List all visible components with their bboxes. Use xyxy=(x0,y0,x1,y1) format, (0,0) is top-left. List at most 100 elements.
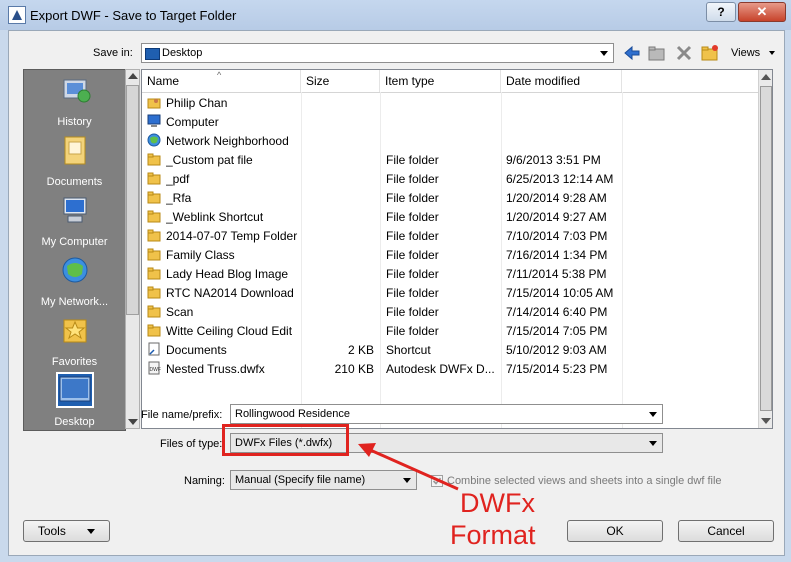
cell-type: File folder xyxy=(386,267,439,281)
table-row[interactable]: _Custom pat file File folder 9/6/2013 3:51… xyxy=(142,151,758,170)
place-documents[interactable]: Documents xyxy=(24,130,125,190)
sort-ascending-icon: ^ xyxy=(217,70,222,80)
cancel-button[interactable]: Cancel xyxy=(678,520,774,542)
table-row[interactable]: Documents 2 KB Shortcut 5/10/2012 9:03 AM xyxy=(142,341,758,360)
table-row[interactable]: Lady Head Blog Image File folder 7/11/2014… xyxy=(142,265,758,284)
history-icon xyxy=(58,74,92,106)
scroll-up-icon xyxy=(128,73,138,79)
cell-date: 1/20/2014 9:28 AM xyxy=(506,191,607,205)
table-row[interactable]: _Weblink Shortcut File folder 1/20/2014 9:… xyxy=(142,208,758,227)
place-label: Documents xyxy=(46,176,103,188)
cell-name: _Weblink Shortcut xyxy=(166,210,264,224)
cell-type: File folder xyxy=(386,286,439,300)
column-header-name[interactable]: Name ^ xyxy=(142,70,301,92)
place-desktop[interactable]: Desktop xyxy=(24,370,125,430)
new-folder-button[interactable] xyxy=(699,42,721,64)
filename-input[interactable]: Rollingwood Residence xyxy=(230,404,663,424)
cell-type: File folder xyxy=(386,210,439,224)
places-bar: History Documents My Computer My Network… xyxy=(23,69,126,431)
table-row[interactable]: _pdf File folder 6/25/2013 12:14 AM xyxy=(142,170,758,189)
table-row[interactable]: _Rfa File folder 1/20/2014 9:28 AM xyxy=(142,189,758,208)
documents-icon xyxy=(58,134,92,166)
cell-date: 1/20/2014 9:27 AM xyxy=(506,210,607,224)
place-more[interactable] xyxy=(24,430,125,431)
cell-type: Shortcut xyxy=(386,343,431,357)
cell-date: 5/10/2012 9:03 AM xyxy=(506,343,607,357)
table-row[interactable]: Philip Chan xyxy=(142,94,758,113)
up-folder-button[interactable] xyxy=(646,42,668,64)
dwfx-file-icon: DWF xyxy=(147,361,161,375)
cell-type: File folder xyxy=(386,191,439,205)
column-header-size[interactable]: Size xyxy=(301,70,380,92)
cell-date: 6/25/2013 12:14 AM xyxy=(506,172,614,186)
cell-name: RTC NA2014 Download xyxy=(166,286,294,300)
places-scrollbar[interactable] xyxy=(125,69,140,429)
cell-name: Family Class xyxy=(166,248,235,262)
place-label: History xyxy=(57,116,92,128)
chevron-down-icon xyxy=(596,45,612,61)
place-history[interactable]: History xyxy=(24,70,125,130)
back-button[interactable] xyxy=(621,42,643,64)
export-dwf-dialog: Export DWF - Save to Target Folder ? ✕ S… xyxy=(0,0,791,562)
column-header-label: Name xyxy=(147,74,180,88)
favorites-icon xyxy=(58,314,92,346)
file-list-scrollbar[interactable] xyxy=(758,70,772,428)
window-title: Export DWF - Save to Target Folder xyxy=(30,8,237,23)
scrollbar-thumb[interactable] xyxy=(760,86,772,411)
user-folder-icon xyxy=(147,95,161,109)
folder-icon xyxy=(147,247,161,261)
delete-button[interactable] xyxy=(673,42,695,64)
chevron-down-icon xyxy=(645,435,661,451)
place-my-computer[interactable]: My Computer xyxy=(24,190,125,250)
column-divider xyxy=(301,92,302,428)
ok-button[interactable]: OK xyxy=(567,520,663,542)
place-label: My Computer xyxy=(41,236,108,248)
computer-icon xyxy=(58,194,92,226)
annotation-highlight-box xyxy=(222,424,349,456)
svg-text:DWF: DWF xyxy=(150,367,161,373)
cell-date: 7/14/2014 6:40 PM xyxy=(506,305,608,319)
table-row[interactable]: DWF Nested Truss.dwfx 210 KB Autodesk DWFx … xyxy=(142,360,758,379)
folder-icon xyxy=(147,209,161,223)
annotation-arrow-icon xyxy=(358,443,459,491)
column-header-type[interactable]: Item type xyxy=(380,70,501,92)
table-row[interactable]: Family Class File folder 7/16/2014 1:34 PM xyxy=(142,246,758,265)
folder-icon xyxy=(147,323,161,337)
scroll-up-icon xyxy=(761,74,771,80)
cell-size: 2 KB xyxy=(347,343,374,357)
table-row[interactable]: 2014-07-07 Temp Folder File folder 7/10/20… xyxy=(142,227,758,246)
table-row[interactable]: Network Neighborhood xyxy=(142,132,758,151)
filename-label: File name/prefix: xyxy=(141,409,223,421)
file-list[interactable]: Name ^ Size Item type Date modified Phil… xyxy=(141,69,773,429)
views-label: Views xyxy=(731,47,761,59)
views-button[interactable]: Views xyxy=(731,47,776,59)
cell-date: 7/15/2014 10:05 AM xyxy=(506,286,614,300)
column-header-date[interactable]: Date modified xyxy=(501,70,622,92)
save-in-value: Desktop xyxy=(162,47,203,59)
cell-type: Autodesk DWFx D... xyxy=(386,362,495,376)
title-bar[interactable]: Export DWF - Save to Target Folder ? ✕ xyxy=(0,0,791,30)
cell-name: Documents xyxy=(166,343,227,357)
table-row[interactable]: Witte Ceiling Cloud Edit File folder 7/15/… xyxy=(142,322,758,341)
close-button[interactable]: ✕ xyxy=(738,2,786,22)
cell-type: File folder xyxy=(386,324,439,338)
cell-type: File folder xyxy=(386,229,439,243)
folder-icon xyxy=(147,266,161,280)
cell-date: 7/15/2014 7:05 PM xyxy=(506,324,608,338)
shortcut-icon xyxy=(147,342,161,356)
help-button[interactable]: ? xyxy=(706,2,736,22)
table-row[interactable]: Scan File folder 7/14/2014 6:40 PM xyxy=(142,303,758,322)
cell-type: File folder xyxy=(386,305,439,319)
place-favorites[interactable]: Favorites xyxy=(24,310,125,370)
cell-date: 7/10/2014 7:03 PM xyxy=(506,229,608,243)
table-row[interactable]: RTC NA2014 Download File folder 7/15/2014 … xyxy=(142,284,758,303)
tools-label: Tools xyxy=(37,524,66,538)
cell-date: 9/6/2013 3:51 PM xyxy=(506,153,601,167)
table-row[interactable]: Computer xyxy=(142,113,758,132)
scrollbar-thumb[interactable] xyxy=(126,85,139,315)
naming-label: Naming: xyxy=(184,475,225,487)
tools-button[interactable]: Tools xyxy=(23,520,110,542)
place-my-network[interactable]: My Network... xyxy=(24,250,125,310)
save-in-dropdown[interactable]: Desktop xyxy=(141,43,614,63)
place-label: Favorites xyxy=(51,356,98,368)
